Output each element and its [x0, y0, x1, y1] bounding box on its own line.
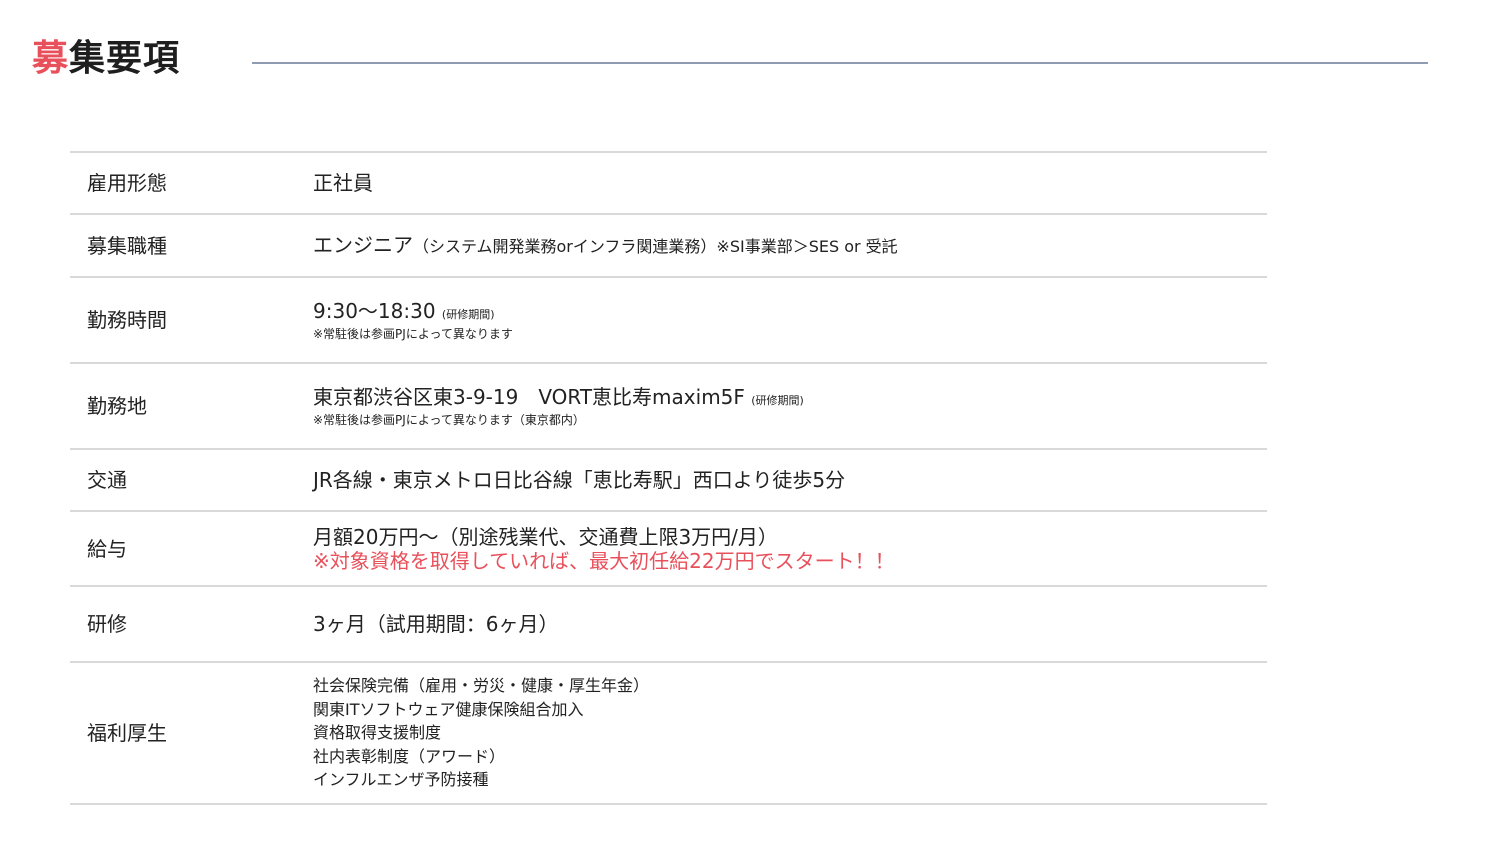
row-label: 募集職種 [87, 233, 167, 258]
benefits-list: 社会保険完備（雇用・労災・健康・厚生年金） 関東ITソフトウェア健康保険組合加入… [313, 674, 1267, 792]
row-label: 勤務地 [87, 394, 147, 418]
location-value: 東京都渋谷区東3-9-19 VORT恵比寿maxim5F [313, 384, 745, 409]
list-item: 資格取得支援制度 [313, 723, 442, 743]
table-row-job-type: 募集職種 エンジニア（システム開発業務orインフラ関連業務）※SI事業部＞SES… [70, 215, 1267, 278]
employment-type-value: 正社員 [313, 171, 373, 195]
table-row-access: 交通 JR各線・東京メトロ日比谷線「恵比寿駅」西口より徒歩5分 [70, 450, 1267, 512]
working-hours-note: (研修期間) [441, 307, 495, 321]
access-value: JR各線・東京メトロ日比谷線「恵比寿駅」西口より徒歩5分 [313, 468, 846, 492]
row-label: 交通 [87, 468, 127, 492]
working-hours-sub: ※常駐後は参画PJによって異なります [313, 326, 513, 341]
job-type-note: （システム開発業務orインフラ関連業務）※SI事業部＞SES or 受託 [413, 236, 898, 256]
table-row-training: 研修 3ヶ月（試用期間：6ヶ月） [70, 587, 1267, 663]
row-value: 月額20万円〜（別途残業代、交通費上限3万円/月） ※対象資格を取得していれば、… [313, 525, 1267, 573]
table-row-salary: 給与 月額20万円〜（別途残業代、交通費上限3万円/月） ※対象資格を取得してい… [70, 512, 1267, 587]
row-value: JR各線・東京メトロ日比谷線「恵比寿駅」西口より徒歩5分 [313, 468, 1267, 492]
job-type-value: エンジニア [313, 232, 413, 257]
list-item: 関東ITソフトウェア健康保険組合加入 [313, 699, 584, 719]
list-item: 社内表彰制度（アワード） [313, 746, 506, 766]
list-item: 社会保険完備（雇用・労災・健康・厚生年金） [313, 676, 650, 696]
row-label: 研修 [87, 612, 127, 636]
table-row-location: 勤務地 東京都渋谷区東3-9-19 VORT恵比寿maxim5F (研修期間) … [70, 364, 1267, 450]
salary-highlight: ※対象資格を取得していれば、最大初任給22万円でスタート！！ [313, 548, 895, 573]
salary-value: 月額20万円〜（別途残業代、交通費上限3万円/月） [313, 524, 778, 549]
row-label: 雇用形態 [87, 171, 167, 195]
list-item: インフルエンザ予防接種 [313, 770, 489, 790]
row-value: エンジニア（システム開発業務orインフラ関連業務）※SI事業部＞SES or 受… [313, 233, 1267, 259]
title-divider [252, 62, 1428, 64]
row-value: 東京都渋谷区東3-9-19 VORT恵比寿maxim5F (研修期間) ※常駐後… [313, 385, 1267, 428]
row-value: 9:30〜18:30 (研修期間) ※常駐後は参画PJによって異なります [313, 299, 1267, 342]
page-title: 募集要項 [32, 36, 180, 82]
requirements-table: 雇用形態 正社員 募集職種 エンジニア（システム開発業務orインフラ関連業務）※… [70, 151, 1267, 805]
table-row-benefits: 福利厚生 社会保険完備（雇用・労災・健康・厚生年金） 関東ITソフトウェア健康保… [70, 663, 1267, 805]
location-note: (研修期間) [751, 393, 804, 407]
page-title-accent: 募 [32, 38, 70, 79]
location-sub: ※常駐後は参画PJによって異なります（東京都内） [313, 412, 585, 427]
row-value: 正社員 [313, 171, 1267, 195]
row-label: 福利厚生 [87, 721, 167, 745]
table-row-working-hours: 勤務時間 9:30〜18:30 (研修期間) ※常駐後は参画PJによって異なりま… [70, 278, 1267, 364]
row-label: 給与 [87, 536, 127, 561]
page-title-rest: 集要項 [69, 38, 181, 79]
working-hours-value: 9:30〜18:30 [313, 298, 436, 323]
training-value: 3ヶ月（試用期間：6ヶ月） [313, 612, 559, 636]
table-row-employment-type: 雇用形態 正社員 [70, 153, 1267, 215]
row-label: 勤務時間 [87, 308, 167, 332]
row-value: 3ヶ月（試用期間：6ヶ月） [313, 612, 1267, 636]
